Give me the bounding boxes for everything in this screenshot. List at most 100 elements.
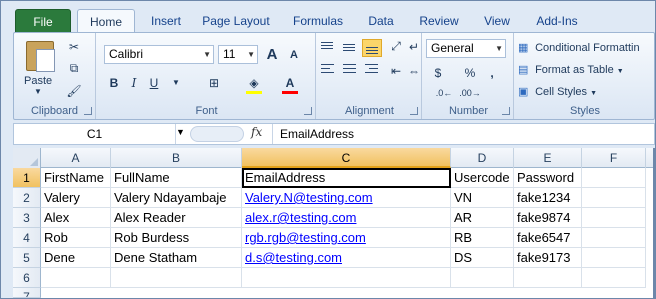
merge-center-icon[interactable]: ⇔ (404, 61, 424, 80)
italic-button[interactable]: I (124, 73, 144, 92)
tab-data[interactable]: Data (359, 9, 403, 33)
cell-a2[interactable]: Valery (41, 188, 111, 208)
cell-c1[interactable]: EmailAddress (242, 168, 451, 188)
row-header-7[interactable]: 7 (13, 288, 41, 298)
cell-a3[interactable]: Alex (41, 208, 111, 228)
tab-page-layout[interactable]: Page Layout (197, 9, 275, 33)
column-header-a[interactable]: A (41, 148, 111, 168)
font-size-select[interactable]: 11 ▼ (218, 45, 258, 64)
copy-icon[interactable]: ⧉ (64, 59, 84, 78)
tab-view[interactable]: View (475, 9, 519, 33)
column-header-f[interactable]: F (582, 148, 646, 168)
cell-d2[interactable]: VN (451, 188, 514, 208)
row-header-2[interactable]: 2 (13, 188, 41, 208)
cell-a6[interactable] (41, 268, 111, 288)
cell-f2[interactable] (582, 188, 646, 208)
cell-f1[interactable] (582, 168, 646, 188)
format-painter-icon[interactable]: 🖌 (64, 81, 84, 100)
align-center-icon[interactable] (340, 61, 360, 79)
column-header-b[interactable]: B (111, 148, 242, 168)
bold-button[interactable]: B (104, 73, 124, 92)
tab-home[interactable]: Home (77, 9, 135, 33)
row-header-6[interactable]: 6 (13, 268, 41, 288)
conditional-formatting-button[interactable]: ▦ Conditional Formattin (518, 39, 654, 57)
grow-font-button[interactable]: A (262, 45, 282, 64)
number-format-select[interactable]: General ▼ (426, 39, 506, 58)
align-bottom-icon[interactable] (362, 39, 382, 57)
cut-icon[interactable]: ✂ (64, 37, 84, 56)
align-right-icon[interactable] (362, 61, 382, 79)
row-header-4[interactable]: 4 (13, 228, 41, 248)
cell-c3[interactable]: alex.r@testing.com (242, 208, 451, 228)
format-as-table-button[interactable]: ▤ Format as Table ▼ (518, 61, 654, 79)
cell-b2[interactable]: Valery Ndayambaje (111, 188, 242, 208)
column-header-d[interactable]: D (451, 148, 514, 168)
select-all-button[interactable] (13, 148, 41, 168)
cell-d1[interactable]: Usercode (451, 168, 514, 188)
column-header-e[interactable]: E (514, 148, 582, 168)
underline-button[interactable]: U (144, 73, 164, 92)
cell-b1[interactable]: FullName (111, 168, 242, 188)
cell-f4[interactable] (582, 228, 646, 248)
cell-a4[interactable]: Rob (41, 228, 111, 248)
cell-a5[interactable]: Dene (41, 248, 111, 268)
alignment-launcher-icon[interactable] (410, 107, 418, 115)
decrease-indent-icon[interactable]: ⇤ (386, 61, 406, 80)
orientation-icon[interactable]: ⤢ (386, 37, 406, 56)
font-name-select[interactable]: Calibri ▼ (104, 45, 214, 64)
align-left-icon[interactable] (318, 61, 338, 79)
cell-a1[interactable]: FirstName (41, 168, 111, 188)
cell-d5[interactable]: DS (451, 248, 514, 268)
number-launcher-icon[interactable] (502, 107, 510, 115)
align-top-icon[interactable] (318, 39, 338, 57)
percent-button[interactable]: % (460, 63, 480, 82)
cell-e1[interactable]: Password (514, 168, 582, 188)
row-header-5[interactable]: 5 (13, 248, 41, 268)
font-launcher-icon[interactable] (304, 107, 312, 115)
cell-b3[interactable]: Alex Reader (111, 208, 242, 228)
cell-e2[interactable]: fake1234 (514, 188, 582, 208)
cell-c2[interactable]: Valery.N@testing.com (242, 188, 451, 208)
increase-decimal-icon[interactable]: .0← (434, 83, 454, 102)
cell-f3[interactable] (582, 208, 646, 228)
cell-f6[interactable] (582, 268, 646, 288)
chevron-down-icon[interactable]: ▼ (176, 127, 185, 137)
cell-styles-button[interactable]: ▣ Cell Styles ▼ (518, 83, 654, 101)
wrap-text-icon[interactable]: ↵ (404, 37, 424, 56)
cell-b5[interactable]: Dene Statham (111, 248, 242, 268)
tab-review[interactable]: Review (411, 9, 467, 33)
cell-e6[interactable] (514, 268, 582, 288)
formula-input[interactable]: EmailAddress (272, 124, 652, 144)
tab-insert[interactable]: Insert (141, 9, 191, 33)
cell-d4[interactable]: RB (451, 228, 514, 248)
name-box[interactable]: C1 (14, 124, 176, 144)
cell-d3[interactable]: AR (451, 208, 514, 228)
cell-d6[interactable] (451, 268, 514, 288)
cell-b6[interactable] (111, 268, 242, 288)
cell-c4[interactable]: rgb.rgb@testing.com (242, 228, 451, 248)
cell-b4[interactable]: Rob Burdess (111, 228, 242, 248)
row-header-3[interactable]: 3 (13, 208, 41, 228)
shrink-font-button[interactable]: A (284, 45, 304, 64)
comma-button[interactable]: , (482, 63, 502, 82)
cell-e4[interactable]: fake6547 (514, 228, 582, 248)
align-middle-icon[interactable] (340, 39, 360, 57)
chevron-down-icon[interactable]: ▼ (166, 73, 186, 92)
cell-c6[interactable] (242, 268, 451, 288)
cell-f5[interactable] (582, 248, 646, 268)
borders-icon[interactable]: ⊞ (204, 73, 224, 92)
row-header-1[interactable]: 1 (13, 168, 41, 188)
cell-e3[interactable]: fake9874 (514, 208, 582, 228)
currency-button[interactable]: $ (428, 63, 448, 82)
clipboard-launcher-icon[interactable] (84, 107, 92, 115)
cell-e5[interactable]: fake9173 (514, 248, 582, 268)
cell-c5[interactable]: d.s@testing.com (242, 248, 451, 268)
font-color-button[interactable]: A (280, 73, 300, 92)
fill-color-button[interactable]: ◈ (244, 73, 264, 92)
tab-formulas[interactable]: Formulas (285, 9, 351, 33)
tab-file[interactable]: File (15, 9, 71, 33)
tab-add-ins[interactable]: Add-Ins (529, 9, 585, 33)
decrease-decimal-icon[interactable]: .00→ (459, 83, 481, 102)
column-header-c[interactable]: C (242, 148, 451, 168)
insert-function-button[interactable]: fx (251, 125, 262, 139)
